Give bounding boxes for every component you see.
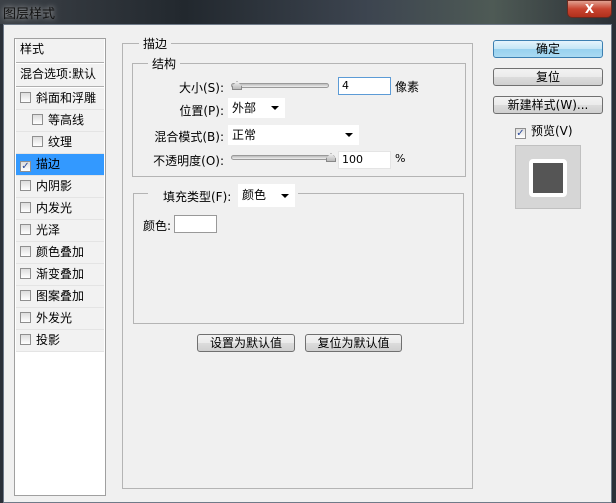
style-item[interactable]: 颜色叠加: [16, 242, 104, 264]
size-label: 大小(S):: [178, 81, 224, 95]
title-bar: 图层样式 X: [0, 0, 616, 24]
blend-mode-select[interactable]: 正常: [228, 125, 359, 145]
new-style-button[interactable]: 新建样式(W)...: [493, 96, 603, 114]
style-item-label: 渐变叠加: [36, 267, 85, 281]
checkbox-icon[interactable]: [20, 312, 31, 323]
checkbox-icon[interactable]: ✓: [515, 128, 526, 139]
set-default-button[interactable]: 设置为默认值: [197, 334, 295, 352]
preview-square: [529, 159, 567, 197]
color-swatch[interactable]: [174, 215, 217, 233]
window-title: 图层样式: [3, 7, 56, 22]
size-slider[interactable]: [231, 81, 329, 90]
fill-type-value: 颜色: [242, 188, 267, 202]
fill-type-label: 填充类型(F):: [163, 190, 232, 204]
checkbox-icon[interactable]: [20, 334, 31, 345]
reset-button[interactable]: 复位: [493, 68, 603, 86]
style-item[interactable]: ✓ 描边: [16, 154, 104, 176]
style-item[interactable]: 图案叠加: [16, 286, 104, 308]
blend-mode-label: 混合模式(B):: [154, 130, 224, 144]
checkbox-icon[interactable]: [20, 224, 31, 235]
checkbox-icon[interactable]: [20, 202, 31, 213]
style-item[interactable]: 外发光: [16, 308, 104, 330]
position-label: 位置(P):: [179, 104, 224, 118]
style-item-label: 描边: [36, 157, 61, 171]
checkbox-icon[interactable]: [32, 136, 43, 147]
preview-label: 预览(V): [531, 124, 573, 138]
preview-checkbox[interactable]: ✓ 预览(V): [515, 122, 573, 139]
style-item[interactable]: 投影: [16, 330, 104, 352]
style-item[interactable]: 内发光: [16, 198, 104, 220]
color-label: 颜色:: [143, 219, 172, 233]
fill-type-select[interactable]: 颜色: [238, 184, 295, 207]
checkbox-icon[interactable]: [20, 290, 31, 301]
style-item-label: 外发光: [36, 311, 73, 325]
style-item-label: 纹理: [48, 135, 73, 149]
size-slider-thumb[interactable]: [232, 81, 242, 90]
style-item[interactable]: 光泽: [16, 220, 104, 242]
styles-header[interactable]: 样式: [16, 39, 104, 63]
chevron-down-icon: [271, 106, 279, 110]
style-item-label: 内发光: [36, 201, 73, 215]
style-item-label: 光泽: [36, 223, 61, 237]
style-item-label: 等高线: [48, 113, 85, 127]
chevron-down-icon: [281, 194, 289, 198]
style-item-label: 图案叠加: [36, 289, 85, 303]
checkbox-icon[interactable]: [20, 246, 31, 257]
opacity-label: 不透明度(O):: [153, 154, 224, 168]
checkbox-icon[interactable]: [20, 268, 31, 279]
position-value: 外部: [232, 101, 257, 115]
style-item[interactable]: 等高线: [16, 110, 104, 132]
position-select[interactable]: 外部: [228, 98, 285, 118]
style-item-label: 内阴影: [36, 179, 73, 193]
style-item[interactable]: 渐变叠加: [16, 264, 104, 286]
style-item[interactable]: 内阴影: [16, 176, 104, 198]
styles-list: 样式 混合选项:默认 斜面和浮雕等高线纹理 ✓ 描边内阴影内发光光泽颜色叠加渐变叠加…: [14, 38, 106, 496]
style-item-label: 斜面和浮雕: [36, 91, 97, 105]
style-item[interactable]: 斜面和浮雕: [16, 88, 104, 110]
checkbox-icon[interactable]: [20, 92, 31, 103]
structure-title: 结构: [148, 55, 181, 72]
style-item[interactable]: 纹理: [16, 132, 104, 154]
style-item-label: 颜色叠加: [36, 245, 85, 259]
ok-button[interactable]: 确定: [493, 40, 603, 58]
blend-options-item[interactable]: 混合选项:默认: [16, 64, 104, 87]
checkbox-icon[interactable]: [20, 180, 31, 191]
close-button[interactable]: X: [567, 0, 612, 18]
opacity-slider[interactable]: [231, 153, 336, 162]
size-input[interactable]: 4: [338, 77, 391, 95]
opacity-unit: %: [395, 152, 406, 165]
checkbox-icon[interactable]: ✓: [20, 161, 31, 172]
stroke-title: 描边: [139, 35, 172, 52]
chevron-down-icon: [345, 133, 353, 137]
opacity-input[interactable]: 100: [338, 151, 391, 169]
checkbox-icon[interactable]: [32, 114, 43, 125]
fill-group: [133, 193, 464, 324]
style-preview-thumbnail: [515, 145, 581, 209]
blend-mode-value: 正常: [232, 128, 257, 142]
size-unit: 像素: [395, 80, 420, 94]
style-item-label: 投影: [36, 333, 61, 347]
reset-default-button[interactable]: 复位为默认值: [305, 334, 402, 352]
